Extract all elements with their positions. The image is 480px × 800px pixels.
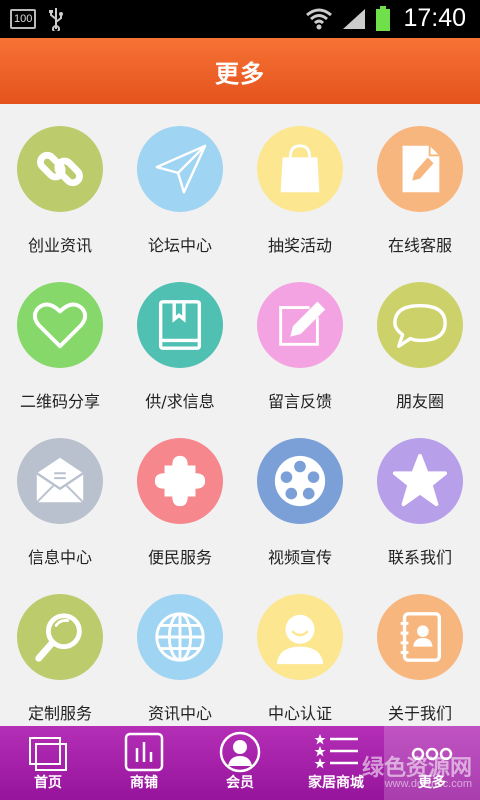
menu-item-convenience-service[interactable]: 便民服务 <box>120 416 240 572</box>
menu-item-supply-demand[interactable]: 供/求信息 <box>120 260 240 416</box>
page-title: 更多 <box>215 59 265 88</box>
globe-icon <box>155 612 205 662</box>
film-reel-icon <box>274 455 326 507</box>
nav-home[interactable]: 首页 <box>0 726 96 800</box>
icon-circle <box>377 126 463 212</box>
icon-circle <box>257 126 343 212</box>
heart-icon <box>32 302 88 349</box>
icon-circle <box>137 126 223 212</box>
battery-icon <box>376 5 391 31</box>
menu-item-label: 便民服务 <box>147 548 212 567</box>
icon-circle <box>377 594 463 680</box>
icon-circle <box>137 594 223 680</box>
menu-item-label: 留言反馈 <box>267 392 332 411</box>
envelope-icon <box>36 457 84 503</box>
link-icon <box>37 151 83 187</box>
menu-item-feedback[interactable]: 留言反馈 <box>240 260 360 416</box>
menu-item-label: 联系我们 <box>387 548 452 567</box>
nav-shops[interactable]: 商铺 <box>96 726 192 800</box>
wifi-icon <box>306 8 333 29</box>
menu-item-label: 供/求信息 <box>145 392 215 411</box>
menu-item-forum-center[interactable]: 论坛中心 <box>120 104 240 260</box>
star-list-icon <box>314 734 358 769</box>
nav-label: 商铺 <box>130 775 158 791</box>
menu-grid: 创业资讯 论坛中心 抽奖活动 在线客服 二维码分享 供/求信息 留言反馈 朋友圈… <box>0 104 480 726</box>
menu-item-label: 中心认证 <box>267 704 332 723</box>
nav-more[interactable]: 更多 <box>384 726 480 800</box>
nav-label: 家居商城 <box>308 775 364 791</box>
menu-item-startup-news[interactable]: 创业资讯 <box>0 104 120 260</box>
menu-item-about-us[interactable]: 关于我们 <box>360 572 480 726</box>
menu-item-friends-circle[interactable]: 朋友圈 <box>360 260 480 416</box>
usb-icon <box>49 8 64 31</box>
nav-home-mall[interactable]: 家居商城 <box>288 726 384 800</box>
icon-circle <box>137 282 223 368</box>
icon-circle <box>257 594 343 680</box>
book-icon <box>158 300 202 350</box>
menu-item-qr-share[interactable]: 二维码分享 <box>0 260 120 416</box>
document-edit-icon <box>402 145 440 193</box>
icon-circle <box>377 438 463 524</box>
windows-icon <box>29 737 67 771</box>
contact-book-icon <box>400 612 442 662</box>
puzzle-icon <box>154 455 206 507</box>
nav-label: 更多 <box>418 775 446 791</box>
menu-item-label: 朋友圈 <box>395 392 444 411</box>
edit-box-icon <box>279 301 326 346</box>
storage-badge: 100 <box>10 9 37 29</box>
menu-item-certification[interactable]: 中心认证 <box>240 572 360 726</box>
menu-item-label: 抽奖活动 <box>267 236 332 255</box>
status-bar: 100 17:40 <box>0 0 480 38</box>
menu-item-message-center[interactable]: 信息中心 <box>0 416 120 572</box>
signal-icon <box>343 8 366 29</box>
menu-item-lottery[interactable]: 抽奖活动 <box>240 104 360 260</box>
menu-item-video-promo[interactable]: 视频宣传 <box>240 416 360 572</box>
nav-label: 会员 <box>226 775 254 791</box>
menu-item-label: 资讯中心 <box>147 704 212 723</box>
bar-chart-icon <box>124 732 164 772</box>
star-icon <box>392 453 448 507</box>
page-header: 更多 <box>0 38 480 104</box>
menu-item-label: 关于我们 <box>387 704 452 723</box>
more-dots-icon <box>411 747 453 761</box>
magnifier-icon <box>35 613 82 662</box>
icon-circle <box>257 438 343 524</box>
bottom-nav: 首页 商铺 会员 家居商城 更多 <box>0 726 480 800</box>
menu-item-online-service[interactable]: 在线客服 <box>360 104 480 260</box>
nav-member[interactable]: 会员 <box>192 726 288 800</box>
icon-circle <box>137 438 223 524</box>
menu-item-label: 论坛中心 <box>147 236 212 255</box>
menu-item-label: 创业资讯 <box>27 236 92 255</box>
speech-bubble-icon <box>393 303 447 348</box>
menu-item-label: 二维码分享 <box>19 392 100 411</box>
icon-circle <box>257 282 343 368</box>
paper-plane-icon <box>155 144 207 194</box>
menu-item-custom-service[interactable]: 定制服务 <box>0 572 120 726</box>
menu-item-contact-us[interactable]: 联系我们 <box>360 416 480 572</box>
nav-label: 首页 <box>34 775 62 791</box>
icon-circle <box>377 282 463 368</box>
user-icon <box>276 614 324 665</box>
menu-item-label: 在线客服 <box>387 236 452 255</box>
menu-item-label: 定制服务 <box>27 704 92 723</box>
clock: 17:40 <box>403 4 466 32</box>
member-icon <box>219 731 261 773</box>
icon-circle <box>17 126 103 212</box>
menu-item-label: 信息中心 <box>27 548 92 567</box>
icon-circle <box>17 438 103 524</box>
icon-circle <box>17 594 103 680</box>
icon-circle <box>17 282 103 368</box>
menu-item-label: 视频宣传 <box>267 548 332 567</box>
menu-item-news-center[interactable]: 资讯中心 <box>120 572 240 726</box>
shopping-bag-icon <box>280 144 320 193</box>
